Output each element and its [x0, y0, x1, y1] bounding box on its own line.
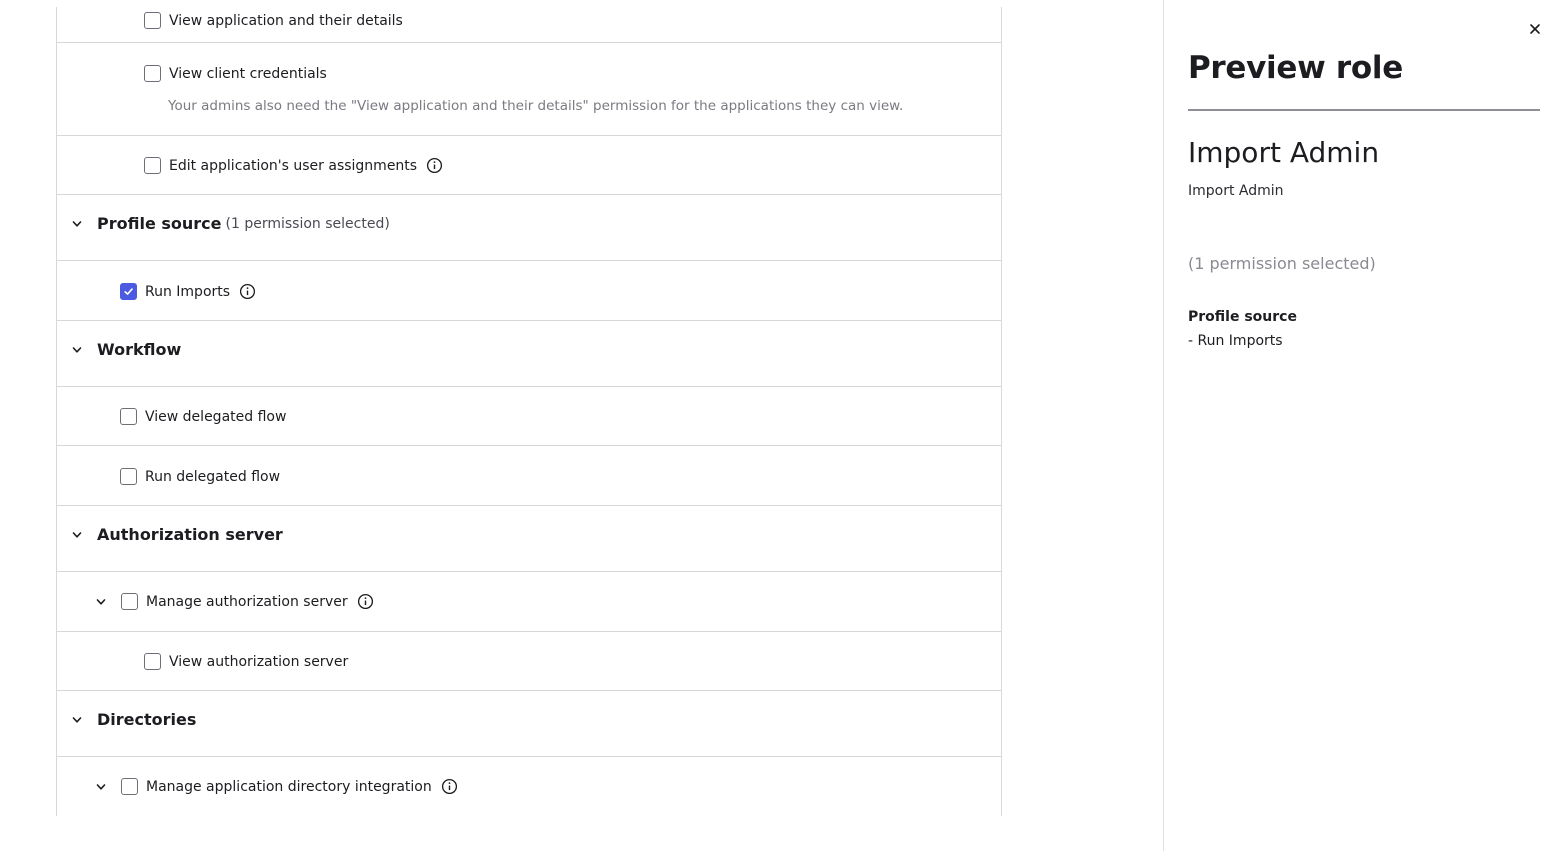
- permission-label: View client credentials: [169, 65, 327, 82]
- permission-help-text: Your admins also need the "View applicat…: [168, 98, 904, 114]
- section-title: Authorization server: [97, 525, 283, 544]
- permission-row: Manage authorization server: [57, 572, 1001, 632]
- checkbox-view-delegated-flow[interactable]: [120, 408, 137, 425]
- section-profile-source[interactable]: Profile source (1 permission selected): [57, 195, 1001, 261]
- permission-row: Manage application directory integration: [57, 757, 1001, 817]
- permission-group-item: - Run Imports: [1188, 333, 1283, 349]
- permission-row: Edit application's user assignments: [57, 136, 1001, 195]
- permission-row: Run delegated flow: [57, 446, 1001, 506]
- chevron-down-icon[interactable]: [71, 529, 83, 541]
- section-title: Profile source: [97, 214, 222, 233]
- checkbox-run-imports[interactable]: [120, 283, 137, 300]
- preview-role-panel: Preview role Import Admin Import Admin (…: [1163, 0, 1563, 851]
- checkbox-manage-directory-integration[interactable]: [121, 778, 138, 795]
- checkbox-view-client-credentials[interactable]: [144, 65, 161, 82]
- chevron-down-icon[interactable]: [71, 714, 83, 726]
- checkbox-manage-authorization-server[interactable]: [121, 593, 138, 610]
- check-icon: [124, 288, 133, 295]
- permission-group-name: Profile source: [1188, 309, 1297, 325]
- selected-permission-count: (1 permission selected): [1188, 254, 1376, 273]
- panel-divider: [1188, 109, 1540, 111]
- permission-label: View authorization server: [169, 653, 349, 670]
- permission-row: View application and their details: [57, 0, 1001, 43]
- close-icon: [1530, 24, 1540, 34]
- panel-title: Preview role: [1188, 50, 1403, 86]
- permission-label: Edit application's user assignments: [169, 157, 418, 174]
- permission-label: View application and their details: [169, 12, 403, 29]
- section-selected-count: (1 permission selected): [225, 215, 390, 232]
- checkbox-edit-user-assignments[interactable]: [144, 157, 161, 174]
- permission-row: View delegated flow: [57, 387, 1001, 446]
- chevron-down-icon[interactable]: [95, 596, 107, 608]
- section-title: Directories: [97, 710, 197, 729]
- chevron-down-icon[interactable]: [71, 218, 83, 230]
- role-description: Import Admin: [1188, 183, 1284, 199]
- section-workflow[interactable]: Workflow: [57, 321, 1001, 387]
- permission-label: Manage authorization server: [146, 593, 348, 610]
- page: View application and their details View …: [0, 0, 1563, 851]
- role-name: Import Admin: [1188, 136, 1380, 169]
- permissions-list: View application and their details View …: [56, 7, 1002, 816]
- section-directories[interactable]: Directories: [57, 691, 1001, 757]
- info-icon[interactable]: [357, 593, 374, 610]
- checkbox-view-authorization-server[interactable]: [144, 653, 161, 670]
- info-icon[interactable]: [441, 778, 458, 795]
- permission-label: Run Imports: [145, 283, 231, 300]
- permission-row: View authorization server: [57, 632, 1001, 691]
- checkbox-view-apps[interactable]: [144, 12, 161, 29]
- permission-label: View delegated flow: [145, 408, 287, 425]
- info-icon[interactable]: [239, 283, 256, 300]
- permission-label: Run delegated flow: [145, 468, 281, 485]
- permission-label: Manage application directory integration: [146, 778, 432, 795]
- section-title: Workflow: [97, 340, 182, 359]
- checkbox-run-delegated-flow[interactable]: [120, 468, 137, 485]
- permission-row: View client credentials Your admins also…: [57, 43, 1001, 136]
- chevron-down-icon[interactable]: [71, 344, 83, 356]
- chevron-down-icon[interactable]: [95, 781, 107, 793]
- permission-row: Run Imports: [57, 261, 1001, 321]
- close-button[interactable]: [1526, 20, 1544, 38]
- info-icon[interactable]: [426, 157, 443, 174]
- section-authorization-server[interactable]: Authorization server: [57, 506, 1001, 572]
